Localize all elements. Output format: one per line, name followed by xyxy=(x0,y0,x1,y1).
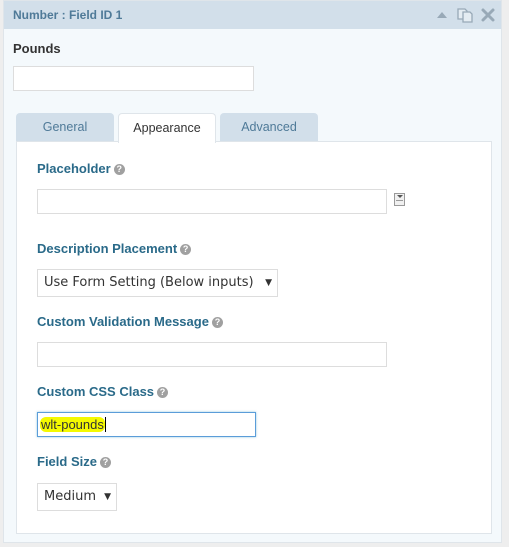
placeholder-input[interactable] xyxy=(37,189,387,214)
question-circle-icon[interactable]: ? xyxy=(211,317,223,328)
placeholder-setting-label: Placeholder? xyxy=(37,161,125,176)
duplicate-icon[interactable] xyxy=(456,6,474,24)
field-size-value: Medium xyxy=(44,489,96,504)
question-circle-icon[interactable]: ? xyxy=(113,164,125,175)
field-preview-input[interactable] xyxy=(13,66,254,91)
tab-general[interactable]: General xyxy=(16,113,114,142)
field-settings-panel: Number : Field ID 1 Pounds General Appea… xyxy=(3,0,502,543)
chevron-down-icon: ▼ xyxy=(104,492,111,502)
field-size-label: Field Size xyxy=(37,454,97,469)
collapse-icon[interactable] xyxy=(437,12,447,18)
panel-header[interactable]: Number : Field ID 1 xyxy=(4,1,501,29)
text-cursor xyxy=(104,417,106,432)
placeholder-label: Placeholder xyxy=(37,161,111,176)
custom-css-label: Custom CSS Class xyxy=(37,384,155,399)
custom-css-value: wlt-pounds xyxy=(40,417,105,432)
merge-tag-icon[interactable] xyxy=(394,193,405,206)
question-circle-icon[interactable]: ? xyxy=(180,244,192,255)
description-placement-value: Use Form Setting (Below inputs) xyxy=(44,275,254,290)
question-circle-icon[interactable]: ? xyxy=(157,387,169,398)
description-placement-label: Description Placement xyxy=(37,241,178,256)
custom-css-input[interactable]: wlt-pounds xyxy=(37,412,256,437)
panel-title: Number : Field ID 1 xyxy=(13,8,123,22)
field-size-select[interactable]: Medium ▼ xyxy=(37,483,117,511)
custom-validation-label: Custom Validation Message xyxy=(37,314,209,329)
chevron-down-icon: ▼ xyxy=(265,278,272,288)
field-size-setting-label: Field Size? xyxy=(37,454,111,469)
field-preview-label: Pounds xyxy=(13,41,61,56)
tab-appearance[interactable]: Appearance xyxy=(118,113,216,143)
custom-css-setting-label: Custom CSS Class? xyxy=(37,384,169,399)
description-placement-select[interactable]: Use Form Setting (Below inputs) ▼ xyxy=(37,269,278,297)
question-circle-icon[interactable]: ? xyxy=(99,457,111,468)
custom-validation-input[interactable] xyxy=(37,342,387,367)
delete-icon[interactable] xyxy=(480,7,496,23)
description-placement-setting-label: Description Placement? xyxy=(37,241,192,256)
tab-advanced[interactable]: Advanced xyxy=(220,113,318,142)
custom-validation-setting-label: Custom Validation Message? xyxy=(37,314,223,329)
appearance-tab-content: Placeholder? Description Placement? Use … xyxy=(16,141,492,534)
